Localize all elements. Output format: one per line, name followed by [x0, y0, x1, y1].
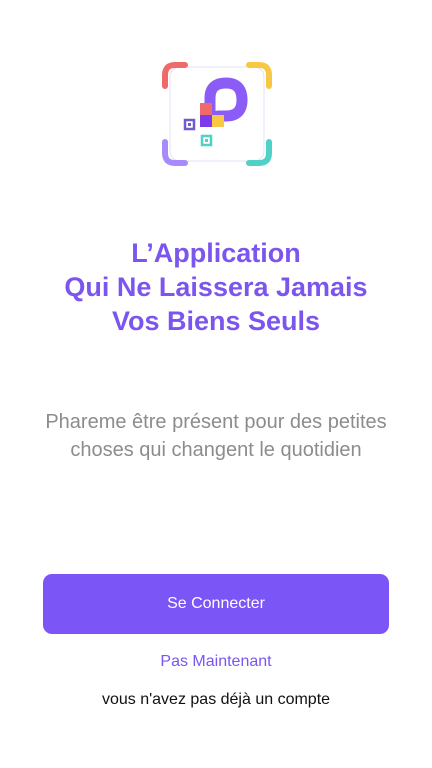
headline-line-2: Qui Ne Laissera Jamais — [64, 272, 368, 302]
headline-line-3: Vos Biens Seuls — [111, 306, 321, 336]
p-qr-logo-icon — [162, 62, 272, 166]
subtitle: Phareme être présent pour des petites ch… — [20, 408, 412, 464]
subtitle-line-2: choses qui changent le quotidien — [70, 439, 362, 461]
not-now-link[interactable]: Pas Maintenant — [0, 652, 432, 672]
connect-button[interactable]: Se Connecter — [43, 574, 389, 634]
no-account-link[interactable]: vous n'avez pas déjà un compte — [0, 690, 432, 710]
headline-line-1: L’Application — [131, 238, 301, 268]
welcome-screen: L’Application Qui Ne Laissera Jamais Vos… — [0, 0, 432, 768]
subtitle-line-1: Phareme être présent pour des petites — [45, 411, 387, 433]
headline: L’Application Qui Ne Laissera Jamais Vos… — [0, 236, 432, 338]
